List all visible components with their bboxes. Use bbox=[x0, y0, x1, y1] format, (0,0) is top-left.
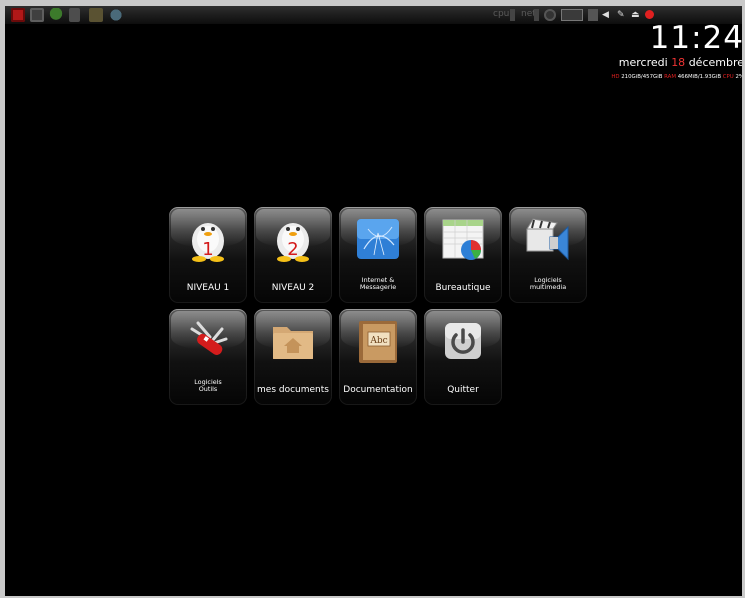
desktop: cpu net ◀ ✎ ⏏ 11:24 mercredi 18 décembre… bbox=[5, 6, 742, 596]
ram-key: RAM bbox=[664, 74, 676, 80]
tile-label: Internet & Messagerie bbox=[339, 277, 417, 291]
internet-globe-icon bbox=[357, 219, 399, 259]
tile-label-line2: multimedia bbox=[529, 283, 567, 291]
tile-label-line2: Messagerie bbox=[359, 283, 397, 291]
weekday: mercredi bbox=[618, 56, 668, 69]
red-menu-icon[interactable] bbox=[11, 8, 25, 22]
svg-text:1: 1 bbox=[202, 239, 213, 260]
abc-book-icon: Abc bbox=[359, 321, 397, 363]
month: décembre bbox=[688, 56, 742, 69]
tile-logiciels-multimedia[interactable]: Logiciels multimedia bbox=[509, 207, 587, 303]
net-graph-icon bbox=[534, 9, 539, 21]
eject-icon[interactable]: ⏏ bbox=[631, 9, 641, 21]
volume-icon[interactable]: ◀ bbox=[602, 9, 612, 21]
clapper-speaker-icon bbox=[526, 218, 569, 261]
clock-time: 11:24 bbox=[649, 20, 742, 56]
window-icon[interactable] bbox=[30, 8, 44, 22]
document-icon[interactable] bbox=[69, 8, 80, 22]
hd-value: 210GiB/457GiB bbox=[621, 74, 663, 80]
day-number: 18 bbox=[671, 56, 686, 69]
workspace-switcher-icon[interactable] bbox=[561, 9, 583, 21]
folder-icon[interactable] bbox=[89, 8, 103, 22]
cpu-value: 2% bbox=[735, 74, 742, 80]
cpu-graph-icon bbox=[510, 9, 515, 21]
power-icon bbox=[445, 323, 481, 359]
tile-logiciels-outils[interactable]: Logiciels Outils bbox=[169, 309, 247, 405]
tile-bureautique[interactable]: Bureautique bbox=[424, 207, 502, 303]
clock-date: mercredi 18 décembre bbox=[619, 56, 742, 69]
system-stats: HD 210GiB/457GiB RAM 466MiB/1.93GiB CPU … bbox=[611, 74, 742, 80]
book-text: Abc bbox=[369, 336, 387, 346]
globe-icon[interactable] bbox=[109, 8, 123, 22]
tile-label: Quitter bbox=[447, 385, 479, 395]
penguin-1-icon: 1 bbox=[192, 223, 224, 262]
pen-icon[interactable]: ✎ bbox=[617, 9, 627, 21]
keyboard-icon[interactable] bbox=[588, 9, 598, 21]
tree-icon[interactable] bbox=[49, 8, 63, 22]
tile-label: Bureautique bbox=[435, 283, 491, 293]
swiss-knife-icon bbox=[190, 321, 228, 355]
ram-value: 466MiB/1.93GiB bbox=[677, 74, 722, 80]
taskbar: cpu net ◀ ✎ ⏏ bbox=[5, 6, 742, 24]
cpu-label: cpu bbox=[493, 9, 510, 19]
tile-label-line2: Outils bbox=[198, 385, 218, 393]
hd-key: HD bbox=[611, 74, 620, 80]
tile-niveau-2[interactable]: 2 NIVEAU 2 bbox=[254, 207, 332, 303]
cpu-key: CPU bbox=[722, 74, 734, 80]
tile-label: mes documents bbox=[257, 385, 329, 395]
tile-label: Logiciels Outils bbox=[169, 379, 247, 393]
spreadsheet-chart-icon bbox=[442, 219, 484, 260]
tile-label: Documentation bbox=[343, 385, 413, 395]
tile-label: NIVEAU 2 bbox=[271, 283, 315, 293]
tile-internet-messagerie[interactable]: Internet & Messagerie bbox=[339, 207, 417, 303]
tile-niveau-1[interactable]: 1 NIVEAU 1 bbox=[169, 207, 247, 303]
tile-quitter[interactable]: Quitter bbox=[424, 309, 502, 405]
svg-text:2: 2 bbox=[287, 239, 298, 260]
power-indicator-icon[interactable] bbox=[645, 10, 654, 19]
penguin-2-icon: 2 bbox=[277, 223, 309, 262]
tile-mes-documents[interactable]: mes documents bbox=[254, 309, 332, 405]
home-folder-icon bbox=[273, 327, 313, 359]
tile-label: Logiciels multimedia bbox=[509, 277, 587, 291]
network-icon[interactable] bbox=[544, 9, 556, 21]
tile-label: NIVEAU 1 bbox=[186, 283, 230, 293]
tile-documentation[interactable]: Abc Documentation bbox=[339, 309, 417, 405]
